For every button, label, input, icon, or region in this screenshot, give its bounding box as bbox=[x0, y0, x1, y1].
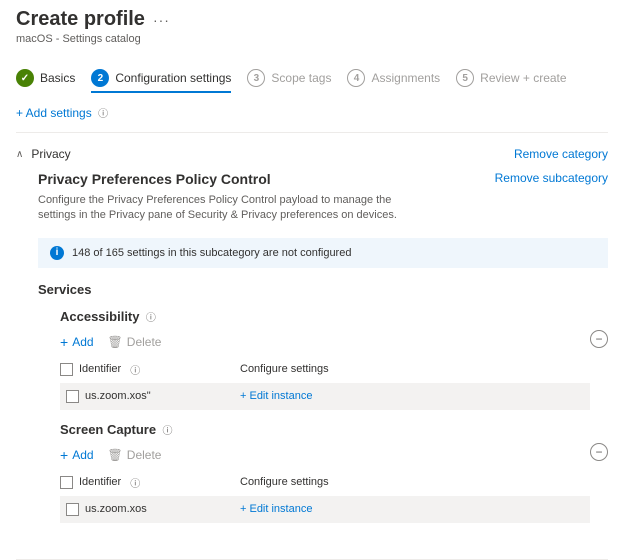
service-accessibility: Accessibility ⓘ +Add 🗑Delete Identifier … bbox=[60, 309, 608, 410]
info-icon: i bbox=[50, 246, 64, 260]
step-label: Basics bbox=[40, 71, 75, 85]
select-all-checkbox[interactable] bbox=[60, 363, 73, 376]
step-assignments[interactable]: 4 Assignments bbox=[347, 69, 440, 87]
remove-subcategory-link[interactable]: Remove subcategory bbox=[495, 171, 608, 185]
services-heading: Services bbox=[38, 282, 608, 297]
service-screen-capture: Screen Capture ⓘ + Add 🗑 Delete Identifier… bbox=[60, 422, 608, 523]
delete-label: Delete bbox=[127, 335, 162, 349]
step-basics[interactable]: ✓ Basics bbox=[16, 69, 75, 87]
add-button[interactable]: + Add bbox=[60, 334, 94, 350]
step-label: Scope tags bbox=[271, 71, 331, 85]
step-label: Assignments bbox=[371, 71, 440, 85]
step-configuration-settings[interactable]: 2 Configuration settings bbox=[91, 69, 231, 93]
page-subtitle: macOS - Settings catalog bbox=[16, 33, 608, 45]
step-number: 4 bbox=[347, 69, 365, 87]
info-bar: i 148 of 165 settings in this subcategor… bbox=[38, 238, 608, 268]
column-configure: Configure settings bbox=[240, 363, 590, 375]
info-icon[interactable]: ⓘ bbox=[130, 475, 140, 490]
service-name: Accessibility bbox=[60, 309, 140, 324]
step-number: 3 bbox=[247, 69, 265, 87]
step-label: Configuration settings bbox=[115, 71, 231, 85]
select-all-checkbox[interactable] bbox=[60, 476, 73, 489]
step-review-create[interactable]: 5 Review + create bbox=[456, 69, 566, 87]
table-row[interactable]: us.zoom.xos" + Edit instance bbox=[60, 383, 590, 410]
remove-category-link[interactable]: Remove category bbox=[514, 147, 608, 161]
delete-label: Delete bbox=[127, 448, 162, 462]
table-row[interactable]: us.zoom.xos + Edit instance bbox=[60, 496, 590, 523]
collapse-icon[interactable]: − bbox=[590, 330, 608, 348]
delete-button: 🗑 Delete bbox=[108, 335, 162, 349]
delete-button: 🗑 Delete bbox=[108, 448, 162, 462]
subcategory-description: Configure the Privacy Preferences Policy… bbox=[38, 193, 418, 224]
info-bar-text: 148 of 165 settings in this subcategory … bbox=[72, 247, 351, 259]
step-label: Review + create bbox=[480, 71, 566, 85]
more-icon[interactable]: ··· bbox=[153, 12, 170, 28]
subcategory-title: Privacy Preferences Policy Control bbox=[38, 171, 418, 187]
plus-icon: + bbox=[60, 447, 68, 463]
trash-icon: 🗑 bbox=[108, 448, 123, 462]
add-label: Add bbox=[72, 335, 93, 349]
wizard-stepper: ✓ Basics 2 Configuration settings 3 Scop… bbox=[0, 51, 624, 93]
service-name: Screen Capture bbox=[60, 422, 156, 437]
plus-icon: + bbox=[60, 334, 68, 350]
column-identifier: Identifier bbox=[79, 476, 121, 488]
collapse-icon[interactable]: − bbox=[590, 443, 608, 461]
category-name: Privacy bbox=[31, 147, 70, 161]
chevron-up-icon[interactable]: ∧ bbox=[16, 149, 23, 160]
check-icon: ✓ bbox=[16, 69, 34, 87]
info-icon[interactable]: ⓘ bbox=[98, 109, 108, 120]
row-checkbox[interactable] bbox=[66, 503, 79, 516]
trash-icon: 🗑 bbox=[108, 335, 123, 349]
row-checkbox[interactable] bbox=[66, 390, 79, 403]
edit-instance-link[interactable]: + Edit instance bbox=[240, 390, 584, 402]
info-icon[interactable]: ⓘ bbox=[146, 313, 156, 324]
identifier-value: us.zoom.xos bbox=[85, 503, 147, 515]
info-icon[interactable]: ⓘ bbox=[130, 362, 140, 377]
identifier-value: us.zoom.xos" bbox=[85, 390, 151, 402]
add-settings-link[interactable]: + Add settings bbox=[16, 106, 92, 120]
step-scope-tags[interactable]: 3 Scope tags bbox=[247, 69, 331, 87]
info-icon[interactable]: ⓘ bbox=[162, 426, 172, 437]
column-configure: Configure settings bbox=[240, 476, 590, 488]
column-identifier: Identifier bbox=[79, 363, 121, 375]
page-title: Create profile bbox=[16, 8, 145, 31]
add-button[interactable]: + Add bbox=[60, 447, 94, 463]
step-number: 5 bbox=[456, 69, 474, 87]
edit-instance-link[interactable]: + Edit instance bbox=[240, 503, 584, 515]
add-label: Add bbox=[72, 448, 93, 462]
step-number: 2 bbox=[91, 69, 109, 87]
